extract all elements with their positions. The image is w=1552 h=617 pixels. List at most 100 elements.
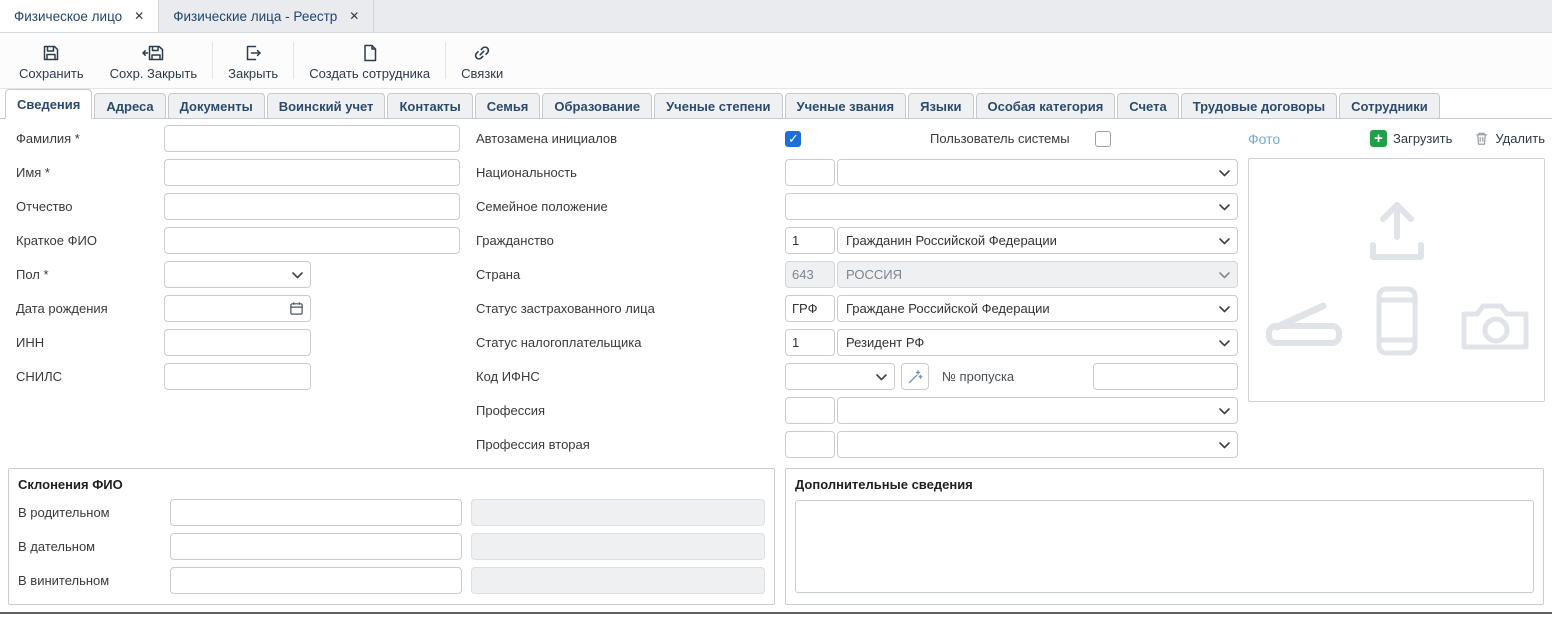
gender-select[interactable]	[164, 261, 311, 288]
name-input[interactable]	[164, 159, 460, 186]
tab-dokumenty[interactable]: Документы	[168, 93, 265, 119]
tab-adresa[interactable]: Адреса	[94, 93, 165, 119]
close-tab-icon[interactable]	[349, 10, 359, 22]
bottom-section: Склонения ФИО В родительном В дательном …	[0, 468, 1552, 605]
marital-status-control	[785, 193, 1238, 220]
chevron-down-icon	[1219, 170, 1230, 177]
inn-input[interactable]	[164, 329, 311, 356]
window-tab-person[interactable]: Физическое лицо	[0, 0, 159, 32]
profession2-control	[785, 431, 1238, 458]
country-label: Страна	[476, 267, 785, 282]
photo-upload-button[interactable]: Загрузить	[1370, 130, 1452, 147]
birth-date-label: Дата рождения	[16, 301, 164, 316]
close-button[interactable]: Закрыть	[215, 33, 291, 88]
profession2-code-input[interactable]	[785, 431, 835, 458]
tab-obrazovanie[interactable]: Образование	[542, 93, 652, 119]
nationality-select[interactable]	[837, 159, 1238, 186]
window-tab-registry[interactable]: Физические лица - Реестр	[159, 0, 374, 32]
country-select: РОССИЯ	[837, 261, 1238, 288]
save-label: Сохранить	[19, 66, 84, 81]
create-employee-button[interactable]: Создать сотрудника	[296, 33, 443, 88]
tab-scheta[interactable]: Счета	[1117, 93, 1178, 119]
marital-status-select[interactable]	[785, 193, 1238, 220]
auto-initials-label: Автозамена инициалов	[476, 131, 785, 146]
form-tab-bar: Сведения Адреса Документы Воинский учет …	[0, 89, 1552, 119]
insured-status-select[interactable]: Граждане Российской Федерации	[837, 295, 1238, 322]
auto-initials-checkbox[interactable]	[785, 131, 801, 147]
gender-row: Пол *	[16, 261, 460, 288]
photo-placeholder[interactable]	[1248, 158, 1545, 402]
country-code-input	[785, 261, 835, 288]
tab-voinskiy-uchet[interactable]: Воинский учет	[267, 93, 386, 119]
taxpayer-status-control: Резидент РФ	[785, 329, 1238, 356]
short-name-input[interactable]	[164, 227, 460, 254]
profession-select[interactable]	[837, 397, 1238, 424]
tab-trudovye-dogovory[interactable]: Трудовые договоры	[1181, 93, 1337, 119]
calendar-icon[interactable]	[289, 301, 304, 316]
snils-input[interactable]	[164, 363, 311, 390]
profession2-select[interactable]	[837, 431, 1238, 458]
citizenship-code-input[interactable]	[785, 227, 835, 254]
marital-status-row: Семейное положение	[476, 193, 1238, 220]
ifns-autofill-button[interactable]	[901, 363, 929, 390]
chevron-down-icon	[292, 272, 303, 279]
tab-uchenye-stepeni[interactable]: Ученые степени	[654, 93, 782, 119]
pass-number-input[interactable]	[1093, 363, 1238, 390]
profession-label: Профессия	[476, 403, 785, 418]
save-button[interactable]: Сохранить	[6, 33, 97, 88]
name-row: Имя *	[16, 159, 460, 186]
taxpayer-status-code-input[interactable]	[785, 329, 835, 356]
checkboxes-row: Автозамена инициалов Пользователь систем…	[476, 125, 1238, 152]
citizenship-row: Гражданство Гражданин Российской Федерац…	[476, 227, 1238, 254]
nationality-code-input[interactable]	[785, 159, 835, 186]
ifns-select[interactable]	[785, 363, 895, 390]
accusative-auto-input	[471, 567, 765, 594]
camera-icon	[1458, 299, 1532, 353]
country-row: Страна РОССИЯ	[476, 261, 1238, 288]
ifns-label: Код ИФНС	[476, 369, 785, 384]
accusative-label: В винительном	[18, 573, 170, 588]
tab-svedeniya[interactable]: Сведения	[5, 89, 92, 119]
genitive-row: В родительном	[18, 499, 765, 526]
system-user-checkbox[interactable]	[1095, 131, 1111, 147]
nationality-row: Национальность	[476, 159, 1238, 186]
tab-uchenye-zvaniya[interactable]: Ученые звания	[785, 93, 907, 119]
citizenship-select[interactable]: Гражданин Российской Федерации	[837, 227, 1238, 254]
additional-textarea[interactable]	[795, 500, 1534, 593]
tab-kontakty[interactable]: Контакты	[387, 93, 472, 119]
country-control: РОССИЯ	[785, 261, 1238, 288]
photo-actions: Загрузить Удалить	[1370, 130, 1545, 147]
accusative-input[interactable]	[170, 567, 462, 594]
tab-semya[interactable]: Семья	[475, 93, 541, 119]
photo-section: Фото Загрузить Удалить	[1248, 125, 1545, 402]
nationality-control	[785, 159, 1238, 186]
magic-wand-icon	[907, 369, 923, 385]
surname-input[interactable]	[164, 125, 460, 152]
genitive-input[interactable]	[170, 499, 462, 526]
patronymic-input[interactable]	[164, 193, 460, 220]
citizenship-label: Гражданство	[476, 233, 785, 248]
save-close-button[interactable]: Сохр. Закрыть	[97, 33, 211, 88]
links-button[interactable]: Связки	[448, 33, 516, 88]
insured-status-code-input[interactable]	[785, 295, 835, 322]
gender-label: Пол *	[16, 267, 164, 282]
profession-code-input[interactable]	[785, 397, 835, 424]
tab-yazyki[interactable]: Языки	[908, 93, 973, 119]
pass-number-label: № пропуска	[942, 369, 1014, 384]
taxpayer-status-select[interactable]: Резидент РФ	[837, 329, 1238, 356]
country-value: РОССИЯ	[846, 267, 902, 282]
chevron-down-icon	[1219, 408, 1230, 415]
close-tab-icon[interactable]	[134, 10, 144, 22]
tab-sotrudniki[interactable]: Сотрудники	[1339, 93, 1440, 119]
links-icon	[472, 43, 492, 63]
chevron-down-icon	[1219, 442, 1230, 449]
profession2-label: Профессия вторая	[476, 437, 785, 452]
dative-input[interactable]	[170, 533, 462, 560]
birth-date-row: Дата рождения	[16, 295, 460, 322]
snils-row: СНИЛС	[16, 363, 460, 390]
tab-osobaya-kategoriya[interactable]: Особая категория	[976, 93, 1116, 119]
inn-row: ИНН	[16, 329, 460, 356]
photo-delete-button[interactable]: Удалить	[1474, 131, 1545, 146]
citizenship-control: Гражданин Российской Федерации	[785, 227, 1238, 254]
citizenship-value: Гражданин Российской Федерации	[846, 233, 1057, 248]
